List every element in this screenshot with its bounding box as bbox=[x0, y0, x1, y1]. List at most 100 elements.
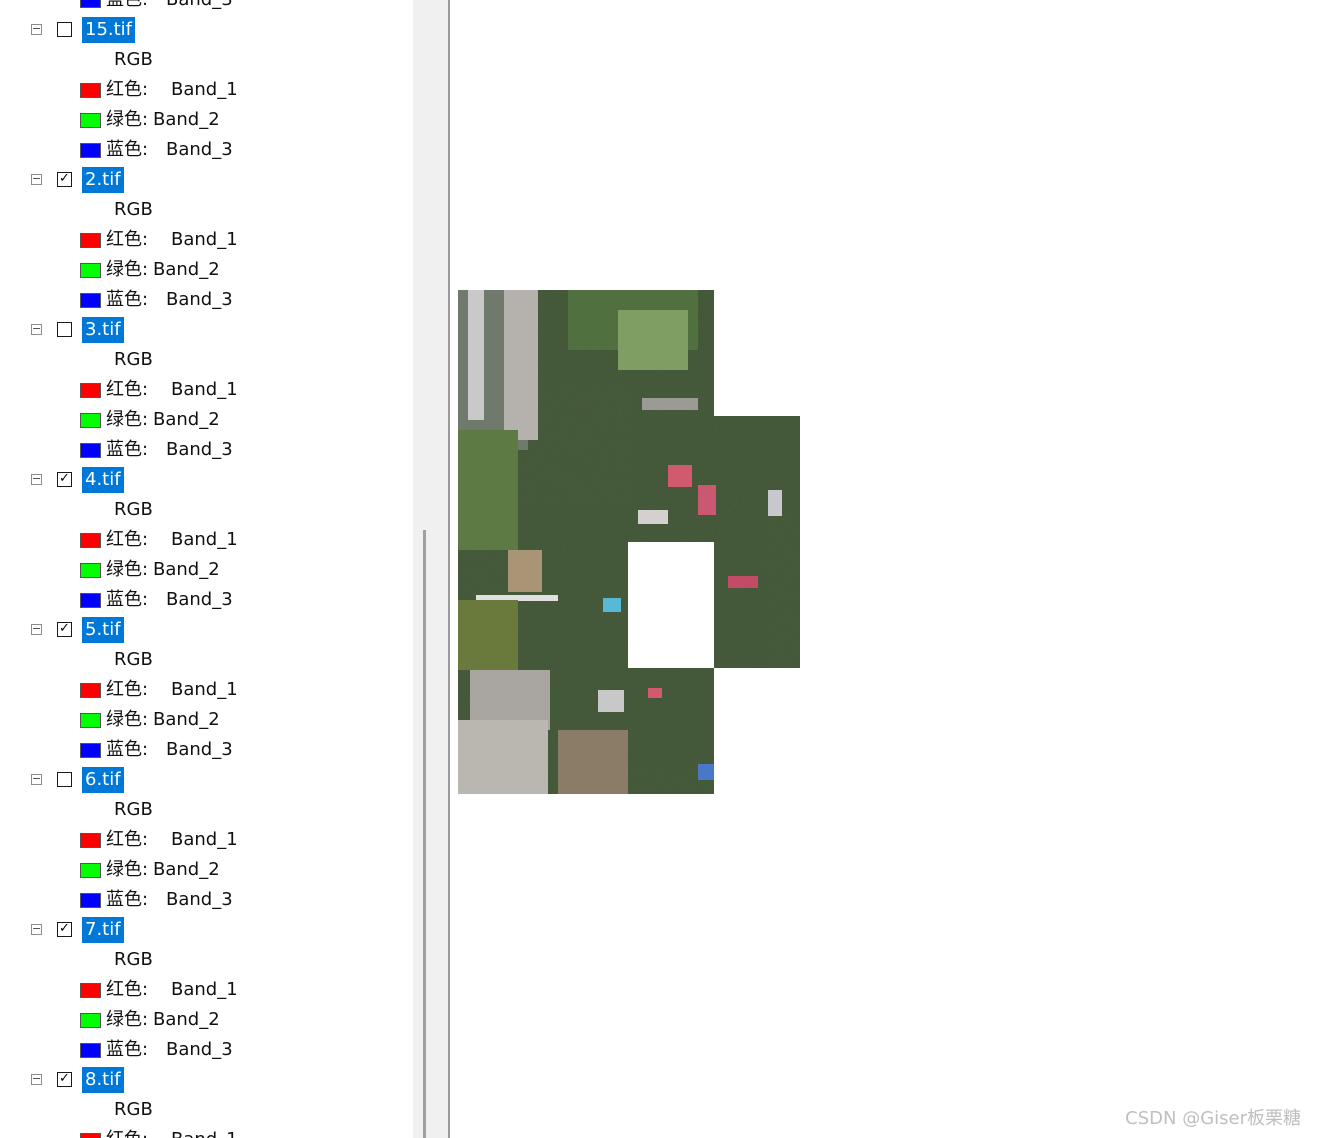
channel-label: 蓝色: bbox=[106, 889, 149, 910]
raster-mosaic-image bbox=[458, 290, 800, 794]
layer-visibility-checkbox[interactable] bbox=[57, 322, 72, 337]
band-legend-row: 红色: Band_1 bbox=[0, 975, 413, 1005]
layer-row[interactable]: − 15.tif bbox=[0, 15, 413, 45]
channel-label: 绿色: bbox=[106, 559, 149, 580]
renderer-label: RGB bbox=[114, 949, 153, 970]
band-name: Band_3 bbox=[166, 739, 233, 760]
band-name: Band_2 bbox=[153, 1009, 220, 1030]
band-name: Band_1 bbox=[171, 229, 238, 250]
band-legend-row: 绿色: Band_2 bbox=[0, 105, 413, 135]
channel-label: 蓝色: bbox=[106, 289, 149, 310]
collapse-icon[interactable]: − bbox=[31, 23, 42, 35]
layer-name[interactable]: 2.tif bbox=[82, 167, 124, 193]
layer-visibility-checkbox[interactable]: ✓ bbox=[57, 922, 72, 937]
color-swatch bbox=[80, 443, 101, 458]
channel-label: 绿色: bbox=[106, 1009, 149, 1030]
layer-row[interactable]: − 6.tif bbox=[0, 765, 413, 795]
layer-visibility-checkbox[interactable]: ✓ bbox=[57, 472, 72, 487]
renderer-row: RGB bbox=[0, 45, 413, 75]
layer-visibility-checkbox[interactable] bbox=[57, 22, 72, 37]
color-swatch bbox=[80, 1133, 101, 1138]
layer-name[interactable]: 5.tif bbox=[82, 617, 124, 643]
layer-visibility-checkbox[interactable]: ✓ bbox=[57, 1072, 72, 1087]
collapse-icon[interactable]: − bbox=[31, 1073, 42, 1085]
color-swatch bbox=[80, 83, 101, 98]
collapse-icon[interactable]: − bbox=[31, 923, 42, 935]
color-swatch bbox=[80, 833, 101, 848]
vertical-scrollbar[interactable] bbox=[423, 530, 426, 1138]
band-legend-row: 蓝色: Band_3 bbox=[0, 1035, 413, 1065]
band-legend-row: 红色: Band_1 bbox=[0, 675, 413, 705]
channel-label: 红色: bbox=[106, 229, 149, 250]
channel-label: 绿色: bbox=[106, 109, 149, 130]
band-name: Band_3 bbox=[166, 289, 233, 310]
collapse-icon[interactable]: − bbox=[31, 473, 42, 485]
renderer-label: RGB bbox=[114, 49, 153, 70]
channel-label: 蓝色: bbox=[106, 0, 148, 15]
layer-name[interactable]: 8.tif bbox=[82, 1067, 124, 1093]
band-legend-row: 红色: Band_1 bbox=[0, 825, 413, 855]
band-name: Band_3 bbox=[166, 139, 233, 160]
collapse-icon[interactable]: − bbox=[31, 623, 42, 635]
band-name: Band_1 bbox=[171, 829, 238, 850]
band-legend-row: 绿色: Band_2 bbox=[0, 705, 413, 735]
band-name: Band_2 bbox=[153, 109, 220, 130]
renderer-label: RGB bbox=[114, 349, 153, 370]
collapse-icon[interactable]: − bbox=[31, 323, 42, 335]
band-name: Band_1 bbox=[171, 529, 238, 550]
channel-label: 蓝色: bbox=[106, 439, 149, 460]
layer-row[interactable]: − ✓ 4.tif bbox=[0, 465, 413, 495]
band-legend-row: 蓝色: Band_3 bbox=[0, 585, 413, 615]
renderer-row: RGB bbox=[0, 345, 413, 375]
collapse-icon[interactable]: − bbox=[31, 173, 42, 185]
band-name: Band_1 bbox=[171, 1125, 238, 1138]
layer-name[interactable]: 6.tif bbox=[82, 767, 124, 793]
collapse-icon[interactable]: − bbox=[31, 773, 42, 785]
band-legend-row: 蓝色: Band_3 bbox=[0, 735, 413, 765]
band-name: Band_1 bbox=[171, 379, 238, 400]
renderer-row: RGB bbox=[0, 645, 413, 675]
channel-label: 红色: bbox=[106, 829, 149, 850]
toc-tree: 蓝色:Band_3−15.tifRGB红色:Band_1绿色:Band_2蓝色:… bbox=[0, 0, 413, 1138]
channel-label: 蓝色: bbox=[106, 589, 149, 610]
color-swatch bbox=[80, 743, 101, 758]
table-of-contents-panel: 蓝色:Band_3−15.tifRGB红色:Band_1绿色:Band_2蓝色:… bbox=[0, 0, 413, 1138]
layer-row[interactable]: − ✓ 7.tif bbox=[0, 915, 413, 945]
layer-visibility-checkbox[interactable]: ✓ bbox=[57, 622, 72, 637]
color-swatch bbox=[80, 533, 101, 548]
renderer-label: RGB bbox=[114, 649, 153, 670]
channel-label: 红色: bbox=[106, 1125, 148, 1138]
layer-row[interactable]: − ✓ 5.tif bbox=[0, 615, 413, 645]
channel-label: 绿色: bbox=[106, 409, 149, 430]
layer-name[interactable]: 4.tif bbox=[82, 467, 124, 493]
layer-row[interactable]: − ✓ 2.tif bbox=[0, 165, 413, 195]
band-legend-row: 蓝色: Band_3 bbox=[0, 285, 413, 315]
channel-label: 红色: bbox=[106, 529, 149, 550]
color-swatch bbox=[80, 413, 101, 428]
color-swatch bbox=[80, 563, 101, 578]
layer-visibility-checkbox[interactable] bbox=[57, 772, 72, 787]
color-swatch bbox=[80, 863, 101, 878]
color-swatch bbox=[80, 263, 101, 278]
color-swatch bbox=[80, 983, 101, 998]
band-name: Band_3 bbox=[166, 589, 233, 610]
renderer-row: RGB bbox=[0, 495, 413, 525]
band-legend-row: 绿色: Band_2 bbox=[0, 405, 413, 435]
layer-name[interactable]: 7.tif bbox=[82, 917, 124, 943]
layer-row[interactable]: − 3.tif bbox=[0, 315, 413, 345]
color-swatch bbox=[80, 1043, 101, 1058]
layer-row[interactable]: − ✓ 8.tif bbox=[0, 1065, 413, 1095]
layer-name[interactable]: 15.tif bbox=[82, 17, 136, 43]
band-legend-row: 红色: Band_1 bbox=[0, 1125, 413, 1138]
renderer-row: RGB bbox=[0, 1095, 413, 1125]
renderer-row: RGB bbox=[0, 945, 413, 975]
band-legend-row: 蓝色: Band_3 bbox=[0, 0, 413, 15]
color-swatch bbox=[80, 893, 101, 908]
layer-name[interactable]: 3.tif bbox=[82, 317, 124, 343]
panel-splitter[interactable] bbox=[413, 0, 450, 1138]
band-legend-row: 红色: Band_1 bbox=[0, 375, 413, 405]
band-name: Band_2 bbox=[153, 259, 220, 280]
color-swatch bbox=[80, 383, 101, 398]
layer-visibility-checkbox[interactable]: ✓ bbox=[57, 172, 72, 187]
band-name: Band_1 bbox=[171, 679, 238, 700]
